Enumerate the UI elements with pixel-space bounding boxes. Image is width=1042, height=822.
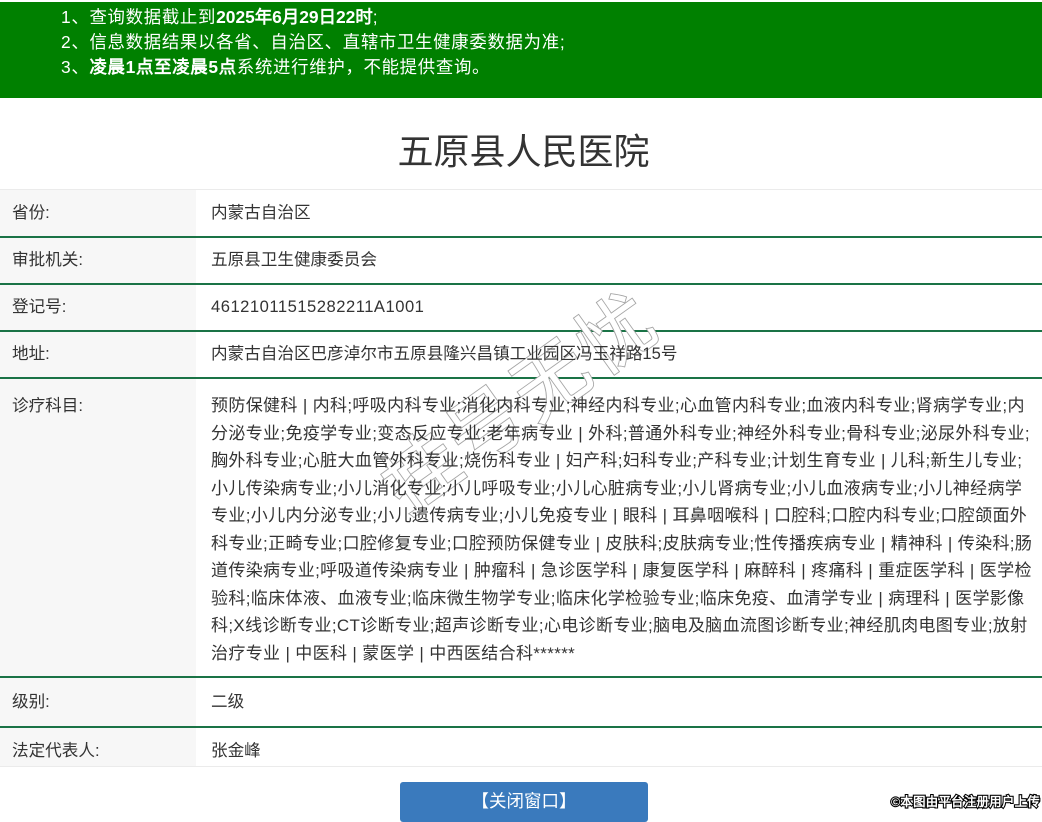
- svg-text:©本图由平台注册用户上传: ©本图由平台注册用户上传: [891, 794, 1040, 809]
